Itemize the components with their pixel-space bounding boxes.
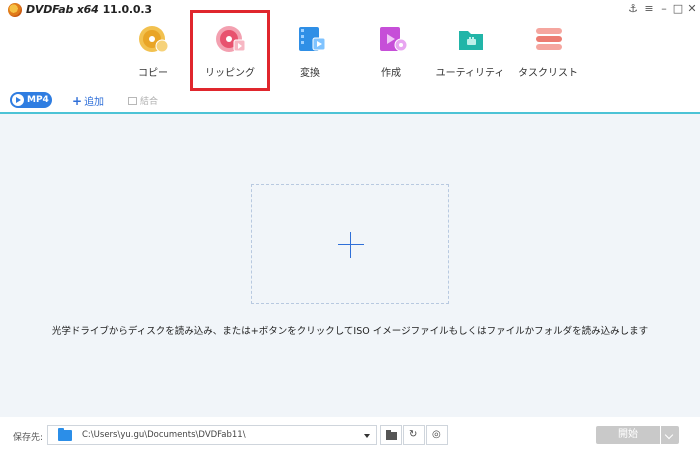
bottom-bar: 保存先: C:\Users\yu.gu\Documents\DVDFab11\ … bbox=[0, 417, 700, 453]
module-tasks[interactable]: タスクリスト bbox=[508, 18, 588, 88]
browse-folder-button[interactable] bbox=[380, 425, 402, 445]
merge-button[interactable]: 結合 bbox=[128, 94, 158, 107]
main-area: 光学ドライブからディスクを読み込み、または+ボタンをクリックしてISO イメージ… bbox=[0, 114, 700, 417]
profile-button[interactable]: MP4 bbox=[10, 92, 52, 108]
menu-icon[interactable]: ≡ bbox=[642, 2, 656, 15]
close-icon[interactable]: ✕ bbox=[685, 2, 699, 15]
load-hint-text: 光学ドライブからディスクを読み込み、または+ボタンをクリックしてISO イメージ… bbox=[0, 323, 700, 337]
module-copy-label: コピー bbox=[113, 64, 193, 79]
module-converter[interactable]: 変換 bbox=[270, 18, 350, 88]
app-version: 11.0.0.3 bbox=[103, 3, 152, 16]
add-source-plus-icon[interactable] bbox=[338, 232, 364, 258]
maximize-icon[interactable]: □ bbox=[671, 2, 685, 15]
module-utility[interactable]: ユーティリティ bbox=[430, 18, 510, 88]
disc-copy-icon bbox=[138, 24, 170, 54]
output-path-text: C:\Users\yu.gu\Documents\DVDFab11\ bbox=[82, 430, 246, 440]
web-button[interactable]: ◎ bbox=[426, 425, 448, 445]
app-brand: DVDFab x64 bbox=[26, 3, 99, 16]
save-to-label: 保存先: bbox=[13, 430, 43, 443]
start-options-chevron-icon[interactable] bbox=[661, 426, 679, 444]
merge-icon bbox=[128, 97, 137, 105]
add-button[interactable]: +追加 bbox=[72, 93, 104, 108]
start-button[interactable]: 開始 bbox=[596, 426, 660, 444]
folder-icon bbox=[58, 430, 72, 441]
profile-label: MP4 bbox=[27, 95, 49, 105]
utility-icon bbox=[455, 24, 487, 54]
drop-zone[interactable] bbox=[251, 184, 449, 304]
title-bar: DVDFab x64 11.0.0.3 ⚓ ≡ – □ ✕ bbox=[0, 0, 700, 20]
open-folder-icon bbox=[386, 432, 397, 440]
plus-icon: + bbox=[72, 94, 82, 108]
minimize-icon[interactable]: – bbox=[657, 2, 671, 15]
refresh-icon: ↻ bbox=[409, 430, 417, 440]
module-copy[interactable]: コピー bbox=[113, 18, 193, 88]
pin-icon[interactable]: ⚓ bbox=[626, 2, 640, 15]
module-tasks-label: タスクリスト bbox=[508, 64, 588, 79]
module-creator-label: 作成 bbox=[351, 64, 431, 79]
play-icon bbox=[12, 94, 24, 106]
module-utility-label: ユーティリティ bbox=[430, 64, 510, 79]
dvdfab-logo-icon bbox=[8, 3, 22, 17]
app-title: DVDFab x64 11.0.0.3 bbox=[26, 3, 152, 16]
module-creator[interactable]: 作成 bbox=[351, 18, 431, 88]
sub-toolbar: MP4 +追加 結合 bbox=[0, 90, 700, 112]
selected-module-highlight bbox=[190, 10, 270, 91]
video-converter-icon bbox=[295, 24, 327, 54]
refresh-button[interactable]: ↻ bbox=[403, 425, 425, 445]
output-path-select[interactable]: C:\Users\yu.gu\Documents\DVDFab11\ bbox=[47, 425, 377, 445]
module-converter-label: 変換 bbox=[270, 64, 350, 79]
add-label: 追加 bbox=[84, 97, 104, 108]
merge-label: 結合 bbox=[140, 97, 158, 107]
globe-icon: ◎ bbox=[432, 430, 441, 440]
chevron-down-icon[interactable] bbox=[364, 434, 370, 438]
task-list-icon bbox=[533, 24, 565, 54]
creator-icon bbox=[376, 24, 408, 54]
module-toolbar: コピー リッピング 変換 作成 bbox=[0, 18, 700, 88]
